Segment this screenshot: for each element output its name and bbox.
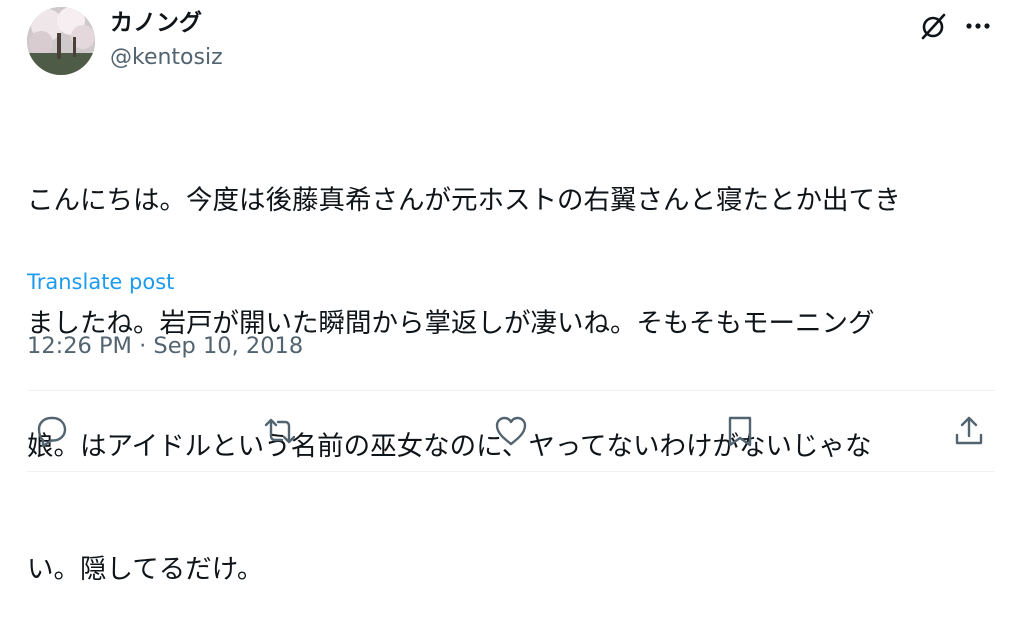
share-icon xyxy=(955,416,983,445)
translate-post-link[interactable]: Translate post xyxy=(27,266,174,298)
like-icon xyxy=(495,416,527,446)
post-text-line: い。隠してるだけ。 xyxy=(27,554,264,585)
divider-bottom xyxy=(27,471,995,472)
reply-icon xyxy=(37,416,67,448)
author-display-name[interactable]: カノング xyxy=(110,6,202,40)
repost-icon xyxy=(264,418,296,444)
share-button[interactable] xyxy=(951,413,987,449)
bookmark-icon xyxy=(728,416,752,447)
post-text-line: こんにちは。今度は後藤真希さんが元ホストの右翼さんと寝たとか出てき xyxy=(27,185,901,216)
bookmark-button[interactable] xyxy=(722,413,758,449)
like-button[interactable] xyxy=(493,413,529,449)
divider-top xyxy=(27,390,995,391)
repost-button[interactable] xyxy=(262,413,298,449)
author-handle[interactable]: @kentosiz xyxy=(110,43,223,73)
post-timestamp[interactable]: 12:26 PM · Sep 10, 2018 xyxy=(27,329,303,363)
more-icon[interactable] xyxy=(962,10,994,42)
post-text: こんにちは。今度は後藤真希さんが元ホストの右翼さんと寝たとか出てき ましたね。岩… xyxy=(27,98,992,631)
reply-button[interactable] xyxy=(34,413,70,449)
grok-icon[interactable] xyxy=(917,10,949,42)
author-avatar[interactable] xyxy=(27,7,95,75)
